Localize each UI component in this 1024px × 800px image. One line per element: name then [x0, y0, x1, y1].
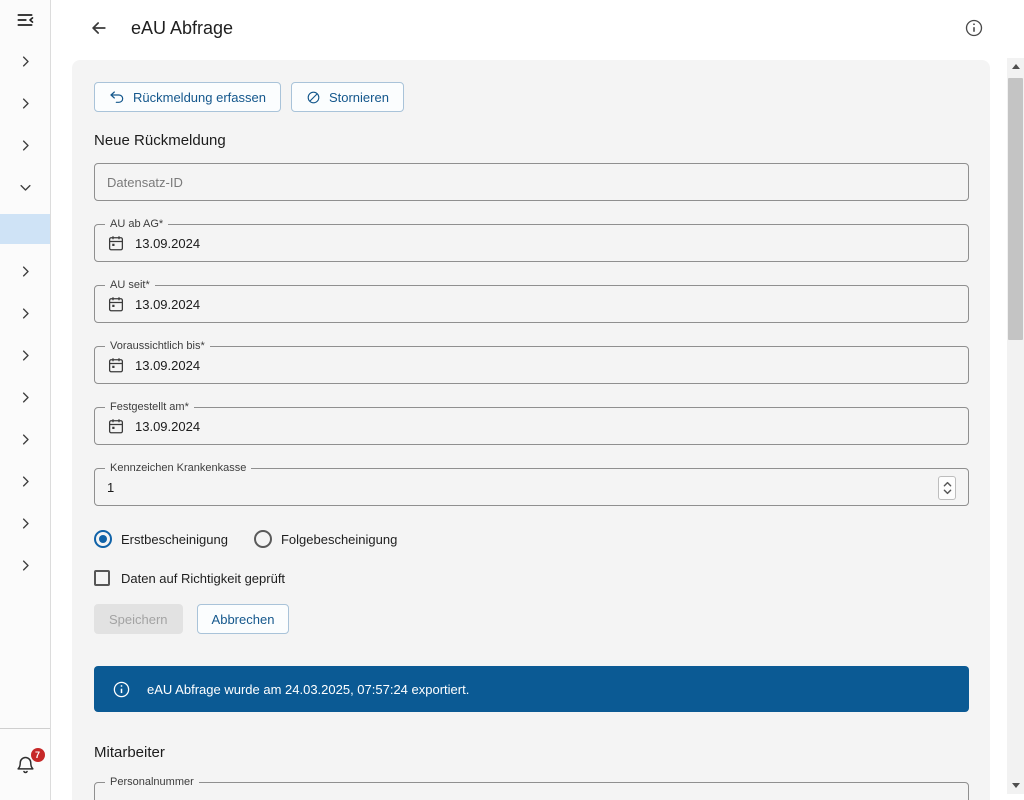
banner-text: eAU Abfrage wurde am 24.03.2025, 07:57:2… [147, 682, 469, 697]
field-value: 13.09.2024 [135, 358, 200, 373]
au-ab-ag-field[interactable]: AU ab AG* 13.09.2024 [94, 224, 969, 262]
sidebar-item-12[interactable] [0, 544, 50, 586]
checkbox-row: Daten auf Richtigkeit geprüft [94, 570, 969, 586]
info-icon [112, 680, 131, 699]
notification-badge: 7 [31, 748, 45, 762]
button-label: Stornieren [329, 90, 389, 105]
sidebar-subitem-selected[interactable] [0, 214, 50, 244]
au-seit-field[interactable]: AU seit* 13.09.2024 [94, 285, 969, 323]
abbrechen-button[interactable]: Abbrechen [197, 604, 290, 634]
datensatz-id-field[interactable] [94, 163, 969, 201]
sidebar-bottom: 7 [0, 728, 50, 800]
chevron-right-icon [18, 474, 33, 489]
number-stepper[interactable] [938, 476, 956, 500]
radio-label: Erstbescheinigung [121, 532, 228, 547]
sidebar-item-2[interactable] [0, 82, 50, 124]
checkbox-icon [94, 570, 110, 586]
radio-icon [254, 530, 272, 548]
chevron-right-icon [18, 96, 33, 111]
kennzeichen-krankenkasse-field[interactable]: Kennzeichen Krankenkasse 1 [94, 468, 969, 506]
datensatz-id-input[interactable] [107, 175, 956, 190]
sidebar-nav [0, 40, 50, 586]
chevron-right-icon [18, 306, 33, 321]
festgestellt-am-field[interactable]: Festgestellt am* 13.09.2024 [94, 407, 969, 445]
arrow-down-icon [1012, 783, 1020, 788]
menu-toggle-button[interactable] [0, 0, 50, 40]
field-label: AU seit* [105, 279, 155, 292]
sidebar: 7 [0, 0, 51, 800]
arrow-up-icon [1012, 64, 1020, 69]
section-title: Neue Rückmeldung [94, 132, 969, 149]
field-label: AU ab AG* [105, 218, 168, 231]
chevron-right-icon [18, 138, 33, 153]
chevron-right-icon [18, 390, 33, 405]
calendar-icon[interactable] [107, 295, 125, 313]
info-icon [964, 18, 984, 38]
arrow-left-icon [89, 18, 109, 38]
content-panel: Rückmeldung erfassen Stornieren Neue Rüc… [72, 60, 990, 800]
chevron-right-icon [18, 432, 33, 447]
stornieren-button[interactable]: Stornieren [291, 82, 404, 112]
sidebar-item-1[interactable] [0, 40, 50, 82]
chevron-right-icon [18, 558, 33, 573]
field-label: Voraussichtlich bis* [105, 340, 210, 353]
chevron-down-icon [18, 180, 33, 195]
sidebar-item-10[interactable] [0, 460, 50, 502]
chevron-right-icon [18, 264, 33, 279]
form-buttons: Speichern Abbrechen [94, 604, 969, 634]
radio-label: Folgebescheinigung [281, 532, 397, 547]
undo-icon [109, 89, 125, 105]
field-label: Festgestellt am* [105, 401, 194, 414]
sidebar-item-7[interactable] [0, 334, 50, 376]
calendar-icon[interactable] [107, 417, 125, 435]
menu-collapse-icon [15, 10, 35, 30]
chevron-right-icon [18, 348, 33, 363]
scrollbar-thumb[interactable] [1008, 78, 1023, 340]
page-header: eAU Abfrage [51, 0, 1024, 56]
sidebar-item-5[interactable] [0, 250, 50, 292]
radio-icon [94, 530, 112, 548]
sidebar-item-9[interactable] [0, 418, 50, 460]
field-label: Kennzeichen Krankenkasse [105, 462, 251, 475]
radio-erstbescheinigung[interactable]: Erstbescheinigung [94, 530, 228, 548]
bescheinigung-radio-group: Erstbescheinigung Folgebescheinigung [94, 530, 969, 548]
notifications-button[interactable]: 7 [15, 754, 36, 775]
field-value: 13.09.2024 [135, 419, 200, 434]
sidebar-item-11[interactable] [0, 502, 50, 544]
field-label: Personalnummer [105, 776, 199, 789]
sidebar-item-4[interactable] [0, 166, 50, 208]
cancel-icon [306, 90, 321, 105]
field-value: 13.09.2024 [135, 297, 200, 312]
sidebar-item-8[interactable] [0, 376, 50, 418]
calendar-icon[interactable] [107, 356, 125, 374]
sidebar-spacer [0, 586, 50, 728]
scroll-up-button[interactable] [1007, 58, 1024, 75]
action-buttons: Rückmeldung erfassen Stornieren [94, 82, 969, 112]
export-info-banner: eAU Abfrage wurde am 24.03.2025, 07:57:2… [94, 666, 969, 712]
speichern-button[interactable]: Speichern [94, 604, 183, 634]
field-value: 13.09.2024 [135, 236, 200, 251]
chevron-right-icon [18, 516, 33, 531]
page-title: eAU Abfrage [131, 18, 942, 39]
field-value: 1 [107, 480, 114, 495]
radio-folgebescheinigung[interactable]: Folgebescheinigung [254, 530, 397, 548]
voraussichtlich-bis-field[interactable]: Voraussichtlich bis* 13.09.2024 [94, 346, 969, 384]
info-button[interactable] [964, 18, 984, 38]
button-label: Rückmeldung erfassen [133, 90, 266, 105]
main-area: eAU Abfrage Rückmeldung erfassen [51, 0, 1024, 800]
sidebar-item-6[interactable] [0, 292, 50, 334]
back-button[interactable] [89, 18, 109, 38]
mitarbeiter-title: Mitarbeiter [94, 744, 969, 761]
chevron-right-icon [18, 54, 33, 69]
checkbox-label: Daten auf Richtigkeit geprüft [121, 571, 285, 586]
calendar-icon[interactable] [107, 234, 125, 252]
rueckmeldung-erfassen-button[interactable]: Rückmeldung erfassen [94, 82, 281, 112]
scrollbar[interactable] [1007, 58, 1024, 794]
personalnummer-field[interactable]: Personalnummer [94, 782, 969, 800]
richtigkeit-checkbox[interactable]: Daten auf Richtigkeit geprüft [94, 570, 969, 586]
scroll-down-button[interactable] [1007, 777, 1024, 794]
sidebar-item-3[interactable] [0, 124, 50, 166]
